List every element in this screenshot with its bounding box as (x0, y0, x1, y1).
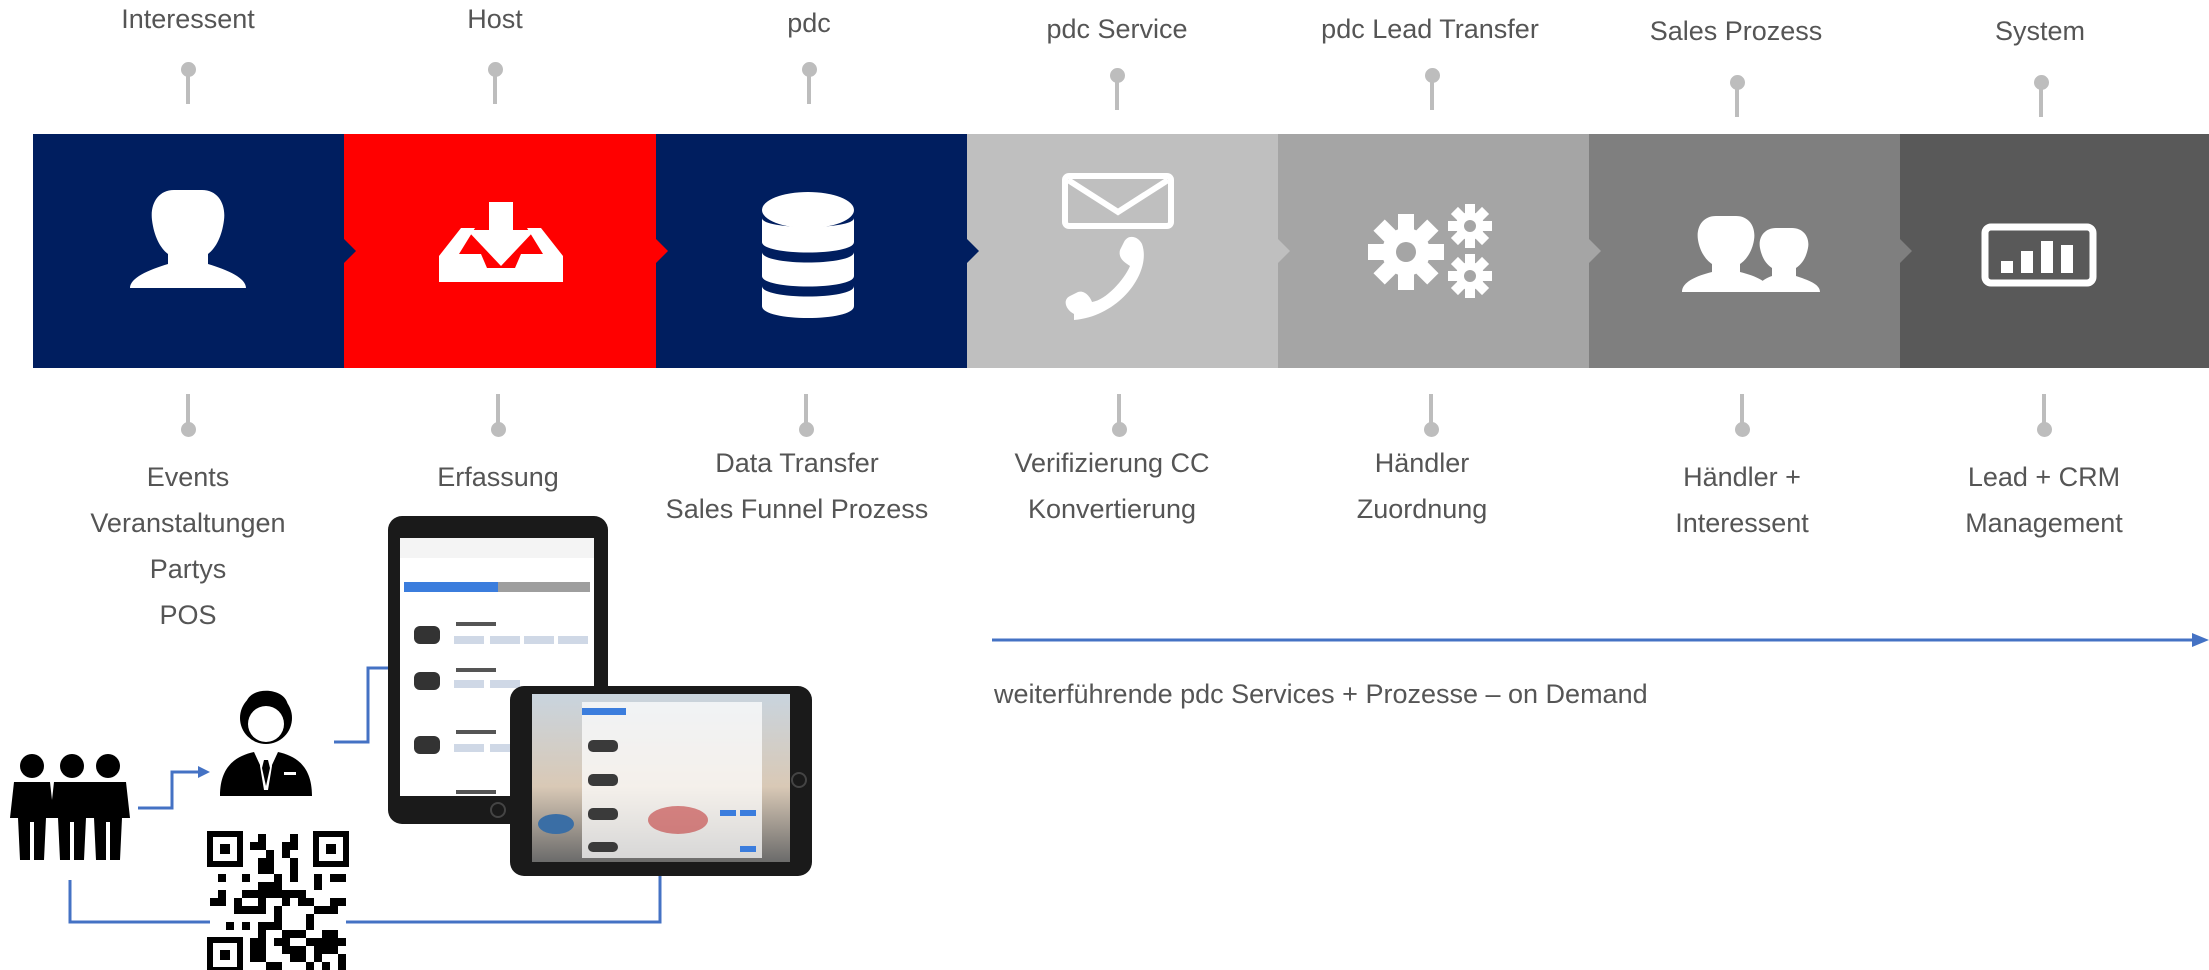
tablet-landscape-icon (510, 686, 812, 876)
process-diagram: Interessent Host pdc pdc Service pdc Lea… (0, 0, 2209, 970)
